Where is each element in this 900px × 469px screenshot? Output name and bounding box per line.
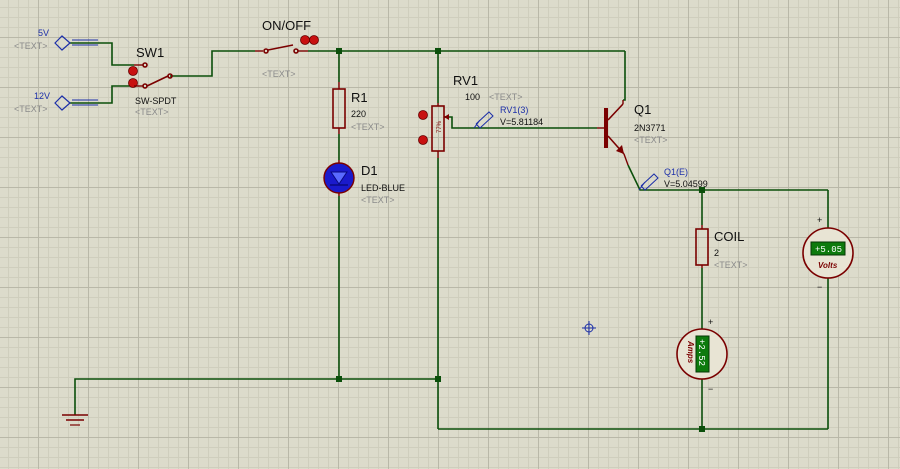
probe-q1-e[interactable]: Q1(E) V=5.04599	[638, 167, 708, 191]
ammeter-label: Amps	[686, 340, 695, 364]
probe-icon	[640, 173, 659, 191]
component-ref: ON/OFF	[262, 18, 311, 33]
component-text-placeholder: <TEXT>	[262, 69, 296, 79]
component-ref: Q1	[634, 102, 651, 117]
component-value: 2	[714, 248, 719, 258]
component-text-placeholder: <TEXT>	[714, 260, 748, 270]
junction-dot	[699, 426, 705, 432]
probe-name: Q1(E)	[664, 167, 688, 177]
voltmeter-display: +5.05	[815, 245, 842, 255]
component-ref: RV1	[453, 73, 478, 88]
increase-button-icon[interactable]	[418, 110, 428, 120]
terminal-label: 5V	[38, 28, 49, 38]
voltmeter-label: Volts	[818, 261, 838, 270]
junction-dot	[435, 376, 441, 382]
ammeter-display: +2.52	[696, 339, 706, 366]
component-ref: D1	[361, 163, 378, 178]
component-ref: SW1	[136, 45, 164, 60]
switch-sw1[interactable]: SW1 SW-SPDT <TEXT>	[128, 45, 177, 117]
ammeter-minus: −	[708, 384, 713, 394]
probe-rv1-3[interactable]: RV1(3) V=5.81184	[473, 105, 543, 129]
led-d1[interactable]: D1 LED-BLUE <TEXT>	[323, 160, 405, 205]
component-value: 100	[465, 92, 480, 102]
component-ref: COIL	[714, 229, 744, 244]
terminal-label: 12V	[34, 91, 50, 101]
component-text-placeholder: <TEXT>	[351, 122, 385, 132]
junction-dot	[336, 48, 342, 54]
voltmeter-minus: −	[817, 282, 822, 292]
terminal-arrow-icon	[54, 95, 71, 111]
ground-icon	[62, 414, 88, 426]
component-text-placeholder: <TEXT>	[489, 92, 523, 102]
component-text-placeholder: <TEXT>	[135, 107, 169, 117]
junction-dot	[435, 48, 441, 54]
component-value: 220	[351, 109, 366, 119]
potentiometer-rv1[interactable]: 77% RV1 100 <TEXT>	[418, 73, 523, 158]
component-value: LED-BLUE	[361, 183, 405, 193]
component-value: 2N3771	[634, 123, 666, 133]
circuit-diagram[interactable]: 5V <TEXT> 12V <TEXT> SW1 SW-SPDT <TEXT> …	[0, 0, 900, 469]
probe-reading: V=5.04599	[664, 179, 708, 189]
voltmeter-plus: +	[817, 215, 822, 225]
component-text-placeholder: <TEXT>	[634, 135, 668, 145]
switch-button-icon[interactable]	[128, 66, 138, 76]
probe-name: RV1(3)	[500, 105, 528, 115]
terminal-text-placeholder: <TEXT>	[14, 104, 48, 114]
resistor-r1[interactable]: R1 220 <TEXT>	[332, 82, 385, 134]
switch-button-icon[interactable]	[300, 35, 310, 45]
junction-dot	[336, 376, 342, 382]
component-text-placeholder: <TEXT>	[361, 195, 395, 205]
ammeter-plus: +	[708, 317, 713, 327]
terminal-text-placeholder: <TEXT>	[14, 41, 48, 51]
transistor-q1[interactable]: Q1 2N3771 <TEXT>	[597, 100, 668, 166]
switch-onoff[interactable]: ON/OFF <TEXT>	[255, 18, 319, 79]
schematic-canvas[interactable]: 5V <TEXT> 12V <TEXT> SW1 SW-SPDT <TEXT> …	[0, 0, 900, 469]
terminal-arrow-icon	[54, 35, 71, 51]
terminal-5v[interactable]: 5V <TEXT>	[14, 28, 98, 51]
probe-reading: V=5.81184	[500, 117, 543, 127]
probe-icon	[475, 111, 494, 129]
component-ref: R1	[351, 90, 368, 105]
cursor-crosshair-icon	[582, 321, 596, 335]
decrease-button-icon[interactable]	[418, 135, 428, 145]
resistor-coil[interactable]: COIL 2 <TEXT>	[695, 225, 748, 270]
component-value: SW-SPDT	[135, 96, 177, 106]
wiper-position: 77%	[437, 120, 443, 133]
switch-button-icon[interactable]	[309, 35, 319, 45]
